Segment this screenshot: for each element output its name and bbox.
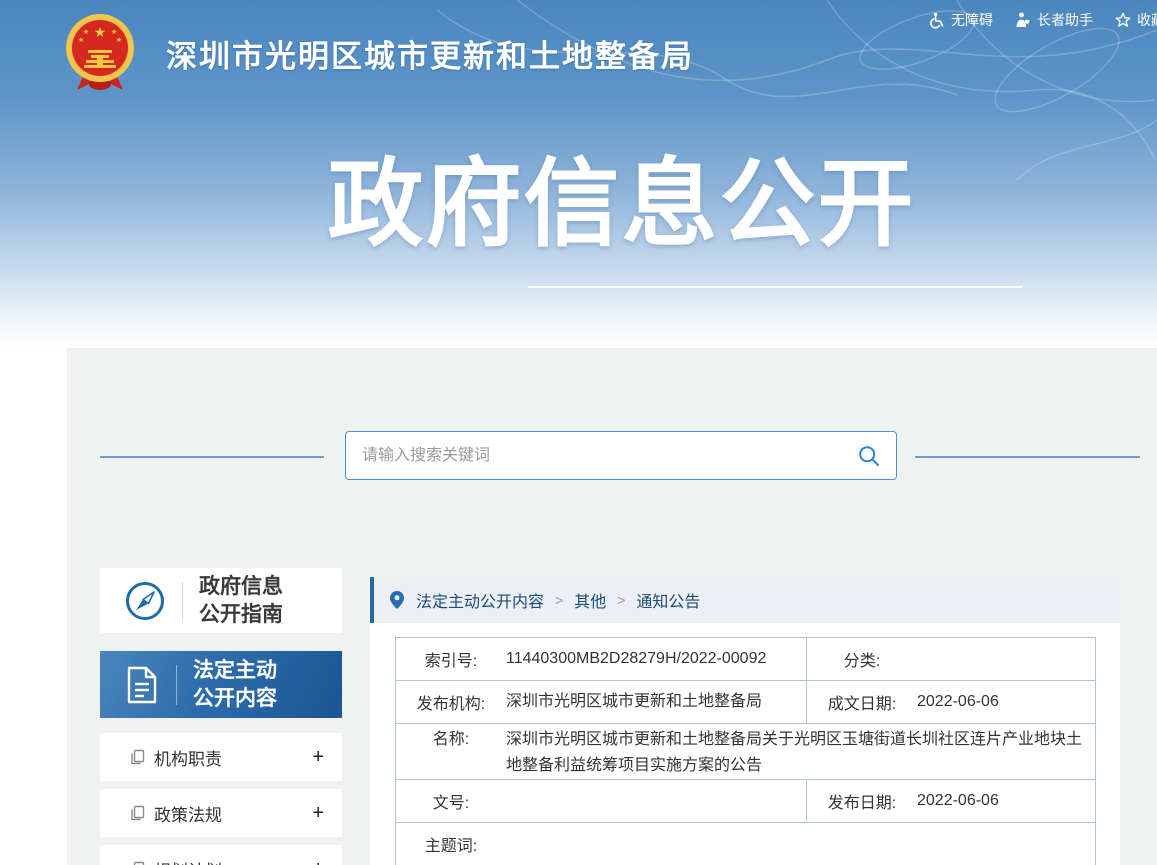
site-brand[interactable]: ★ ★ ★ ★ ★ 深圳市光明区城市更新和土地整备局 <box>64 12 694 94</box>
svg-text:★: ★ <box>94 25 107 41</box>
sidebar-policies-label: 政策法规 <box>154 801 312 826</box>
main-panel: 法定主动公开内容 > 其他 > 通知公告 索引号: 11440300MB2D28… <box>370 577 1120 865</box>
sidebar-plans-label: 规划计划 <box>154 857 312 865</box>
expand-plus-icon[interactable]: + <box>312 746 324 769</box>
expand-plus-icon[interactable]: + <box>312 802 324 825</box>
document-title-label: 名称: <box>396 727 506 753</box>
wheelchair-icon <box>928 12 945 29</box>
document-meta-table: 索引号: 11440300MB2D28279H/2022-00092 分类: 发… <box>395 637 1096 865</box>
document-icon <box>124 665 160 705</box>
pages-icon <box>130 749 145 765</box>
search-input[interactable] <box>346 432 858 479</box>
pages-icon <box>130 861 145 865</box>
table-row: 主题词: <box>396 823 1096 865</box>
document-title-cell: 名称: 深圳市光明区城市更新和土地整备局关于光明区玉塘街道长圳社区连片产业地块土… <box>396 724 1096 780</box>
site-title: 深圳市光明区城市更新和土地整备局 <box>166 31 694 76</box>
banner-page-title: 政府信息公开 <box>0 126 1157 265</box>
index-number-cell: 索引号: 11440300MB2D28279H/2022-00092 <box>396 638 807 681</box>
breadcrumb-item-other[interactable]: 其他 <box>574 588 606 612</box>
search-box <box>345 431 897 480</box>
issuing-agency-cell: 发布机构: 深圳市光明区城市更新和土地整备局 <box>396 681 807 724</box>
favorite-link[interactable]: 收藏 <box>1115 10 1157 30</box>
sidebar: 政府信息 公开指南 法定主动 公开内容 <box>100 568 342 865</box>
topbar: 无障碍 长者助手 收藏 <box>928 10 1157 30</box>
divider <box>182 581 183 621</box>
elder-assistant-link[interactable]: 长者助手 <box>1015 10 1093 30</box>
sidebar-statutory-label: 法定主动 公开内容 <box>193 657 277 713</box>
issuing-agency-value: 深圳市光明区城市更新和土地整备局 <box>506 689 806 715</box>
accessibility-link[interactable]: 无障碍 <box>928 10 993 30</box>
page: 无障碍 长者助手 收藏 <box>0 0 1157 865</box>
written-date-label: 成文日期: <box>807 690 917 714</box>
national-emblem-logo: ★ ★ ★ ★ ★ <box>64 12 136 94</box>
svg-text:★: ★ <box>83 28 89 36</box>
sidebar-item-plans[interactable]: 规划计划 + <box>100 845 342 865</box>
breadcrumb-separator: > <box>555 592 563 608</box>
doc-number-label: 文号: <box>396 789 506 813</box>
publish-date-cell: 发布日期: 2022-06-06 <box>807 780 1096 823</box>
index-number-value: 11440300MB2D28279H/2022-00092 <box>506 646 806 672</box>
category-label: 分类: <box>807 647 917 671</box>
sidebar-item-duties[interactable]: 机构职责 + <box>100 733 342 781</box>
doc-number-cell: 文号: <box>396 780 807 823</box>
table-row: 名称: 深圳市光明区城市更新和土地整备局关于光明区玉塘街道长圳社区连片产业地块土… <box>396 724 1096 780</box>
compass-icon <box>124 580 166 622</box>
elder-assistant-label: 长者助手 <box>1037 10 1093 30</box>
search-divider-right <box>915 456 1140 458</box>
sidebar-guide-label: 政府信息 公开指南 <box>199 573 283 629</box>
document-title-value: 深圳市光明区城市更新和土地整备局关于光明区玉塘街道长圳社区连片产业地块土地整备利… <box>506 727 1095 779</box>
banner-underline <box>528 286 1022 288</box>
location-pin-icon <box>390 591 404 609</box>
table-row: 索引号: 11440300MB2D28279H/2022-00092 分类: <box>396 638 1096 681</box>
breadcrumb-separator: > <box>617 592 625 608</box>
elder-icon <box>1015 12 1031 28</box>
expand-plus-icon[interactable]: + <box>312 858 324 865</box>
pages-icon <box>130 805 145 821</box>
svg-text:★: ★ <box>116 36 122 44</box>
written-date-value: 2022-06-06 <box>917 689 1095 715</box>
breadcrumb-item-statutory[interactable]: 法定主动公开内容 <box>416 588 544 612</box>
breadcrumb: 法定主动公开内容 > 其他 > 通知公告 <box>370 577 1120 623</box>
star-icon <box>1115 12 1131 28</box>
svg-text:★: ★ <box>111 28 117 36</box>
sidebar-duties-label: 机构职责 <box>154 745 312 770</box>
sidebar-item-guide[interactable]: 政府信息 公开指南 <box>100 568 342 633</box>
search-button[interactable] <box>858 445 880 467</box>
favorite-label: 收藏 <box>1137 10 1157 30</box>
sidebar-item-policies[interactable]: 政策法规 + <box>100 789 342 837</box>
publish-date-value: 2022-06-06 <box>917 788 1095 814</box>
subject-words-cell: 主题词: <box>396 823 1096 865</box>
table-row: 文号: 发布日期: 2022-06-06 <box>396 780 1096 823</box>
accessibility-label: 无障碍 <box>951 10 993 30</box>
written-date-cell: 成文日期: 2022-06-06 <box>807 681 1096 724</box>
divider <box>176 665 177 705</box>
svg-text:★: ★ <box>78 36 84 44</box>
publish-date-label: 发布日期: <box>807 789 917 813</box>
search-divider-left <box>100 456 324 458</box>
search-icon <box>858 445 880 467</box>
index-number-label: 索引号: <box>396 647 506 671</box>
banner: 无障碍 长者助手 收藏 <box>0 0 1157 348</box>
category-cell: 分类: <box>807 638 1096 681</box>
subject-words-label: 主题词: <box>396 832 506 856</box>
issuing-agency-label: 发布机构: <box>396 690 506 714</box>
sidebar-item-statutory-disclosure[interactable]: 法定主动 公开内容 <box>100 651 342 718</box>
breadcrumb-item-notices[interactable]: 通知公告 <box>636 588 700 612</box>
table-row: 发布机构: 深圳市光明区城市更新和土地整备局 成文日期: 2022-06-06 <box>396 681 1096 724</box>
